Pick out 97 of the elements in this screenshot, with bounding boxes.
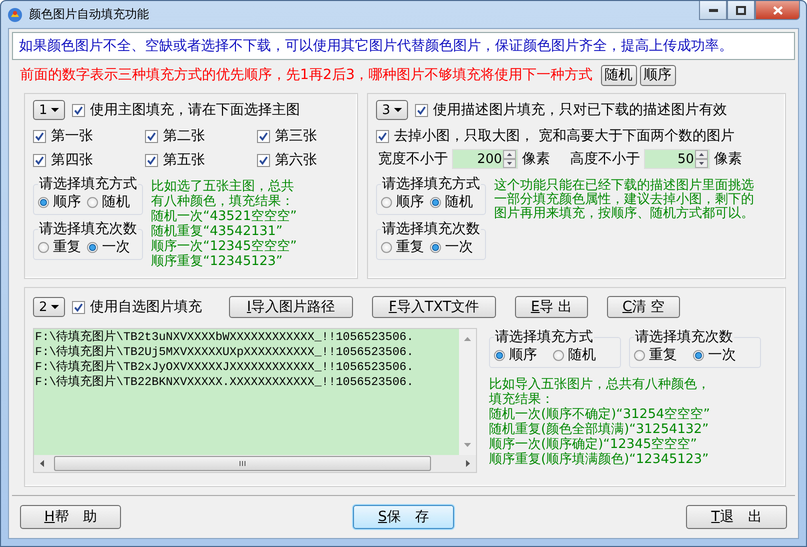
file-path[interactable]: F:\待填充图片\TB2Uj5MXVXXXXXUXpXXXXXXXXXX_!!1056523506. xyxy=(35,345,457,360)
grip-icon xyxy=(239,460,246,467)
vertical-scrollbar[interactable] xyxy=(459,329,476,455)
radio-button[interactable]: 一次 xyxy=(430,238,473,256)
group-title: 请选择填充方式 xyxy=(494,328,594,346)
size-label: 高度不小于 xyxy=(570,150,640,168)
priority-dropdown[interactable]: 3 xyxy=(376,100,408,120)
maximize-icon xyxy=(736,6,746,14)
footer-button[interactable]: T退 出 xyxy=(686,505,787,529)
priority-dropdown[interactable]: 1 xyxy=(33,100,65,120)
toolbar-button[interactable]: C清 空 xyxy=(607,296,680,318)
note-text: 这个功能只能在已经下载的描述图片里面挑选一部分填充颜色属性，建议去掉小图，剩下的图片再用来填充，按顺序、随机方式都可以。 xyxy=(494,179,755,223)
check-icon xyxy=(74,302,83,312)
footer-button[interactable]: H帮 助 xyxy=(20,505,121,529)
checkbox[interactable]: 第四张 xyxy=(33,151,145,169)
file-list[interactable] xyxy=(33,328,477,473)
file-path[interactable]: F:\待填充图片\TB2t3uNXVXXXXbWXXXXXXXXXXXX_!!1056523506. xyxy=(35,330,457,345)
scroll-thumb[interactable] xyxy=(54,456,431,471)
file-path[interactable]: F:\待填充图片\TB22BKNXVXXXXX.XXXXXXXXXXXX_!!1056523506. xyxy=(35,375,457,390)
scroll-left-icon xyxy=(40,460,44,467)
radio-button[interactable]: 随机 xyxy=(553,346,596,364)
checkbox[interactable]: 去掉小图，只取大图， 宽和高要大于下面两个数的图片 xyxy=(376,127,777,145)
example-line: 顺序一次“12345空空空” xyxy=(151,239,297,254)
radio-button[interactable]: 重复 xyxy=(634,346,677,364)
check-icon xyxy=(259,132,268,140)
group-title: 请选择填充次数 xyxy=(381,220,481,238)
check-icon xyxy=(74,106,83,114)
minimize-icon xyxy=(708,8,718,12)
radio-button[interactable]: 一次 xyxy=(693,346,736,364)
example-line: 填充结果： xyxy=(489,392,555,407)
check-icon xyxy=(259,156,268,164)
radio-button[interactable]: 顺序 xyxy=(381,193,424,211)
checkbox[interactable]: 第一张 xyxy=(33,127,145,145)
unit-label: 像素 xyxy=(522,150,550,168)
priority-hint: 前面的数字表示三种填充方式的优先顺序，先1再2后3，哪种图片不够填充将使用下一种方式 xyxy=(20,66,593,84)
horizontal-scrollbar[interactable] xyxy=(34,455,476,472)
unit-label: 像素 xyxy=(714,150,742,168)
toolbar-button[interactable]: E导 出 xyxy=(515,296,588,318)
app-icon xyxy=(7,6,23,22)
group-title: 请选择填充次数 xyxy=(38,220,138,238)
checkbox[interactable]: 使用自选图片填充 xyxy=(72,298,202,316)
caret-icon xyxy=(51,108,59,112)
checkbox[interactable]: 第五张 xyxy=(145,151,257,169)
order-button[interactable]: 顺序 xyxy=(640,64,676,86)
number-field[interactable]: 200 xyxy=(452,149,518,169)
scroll-right-icon xyxy=(466,460,470,467)
example-line: 顺序重复“12345123” xyxy=(151,254,284,269)
example-line: 有八种颜色，填充结果： xyxy=(151,194,295,209)
radio-button[interactable]: 重复 xyxy=(381,238,424,256)
radio-button[interactable]: 一次 xyxy=(87,238,130,256)
group-title: 请选择填充方式 xyxy=(38,175,138,193)
toolbar-button[interactable]: F导入TXT文件 xyxy=(372,296,496,318)
minimize-button[interactable] xyxy=(699,1,727,20)
group-title: 请选择填充方式 xyxy=(381,175,481,193)
check-icon xyxy=(378,132,387,140)
example-line: 顺序一次(顺序确定)“12345空空空” xyxy=(489,437,698,452)
check-icon xyxy=(417,106,426,114)
close-button[interactable] xyxy=(755,1,800,20)
spinner-icon xyxy=(695,150,708,168)
radio-button[interactable]: 随机 xyxy=(87,193,130,211)
radio-button[interactable]: 重复 xyxy=(38,238,81,256)
checkbox[interactable]: 第三张 xyxy=(257,127,347,145)
caret-icon xyxy=(394,108,402,112)
caret-icon xyxy=(51,305,59,309)
number-field[interactable]: 50 xyxy=(644,149,710,169)
example-line: 顺序重复(顺序填满颜色)“12345123” xyxy=(489,452,710,467)
check-icon xyxy=(147,156,156,164)
file-path[interactable]: F:\待填充图片\TB2xJyOXVXXXXXJXXXXXXXXXXXX_!!1056523506. xyxy=(35,360,457,375)
spinner-icon xyxy=(503,150,516,168)
radio-button[interactable]: 顺序 xyxy=(494,346,537,364)
scroll-up-icon xyxy=(464,337,471,341)
example-line: 随机重复(颜色全部填满)“31254132” xyxy=(489,422,710,437)
footer-button[interactable]: S保 存 xyxy=(353,505,454,529)
maximize-button[interactable] xyxy=(727,1,755,20)
scroll-down-icon xyxy=(464,443,471,447)
checkbox[interactable]: 第二张 xyxy=(145,127,257,145)
size-label: 宽度不小于 xyxy=(378,150,448,168)
example-line: 随机重复“43542131” xyxy=(151,224,284,239)
priority-dropdown[interactable]: 2 xyxy=(33,297,65,317)
toolbar-button[interactable]: I导入图片路径 xyxy=(229,296,353,318)
notice-text: 如果颜色图片不全、空缺或者选择不下载，可以使用其它图片代替颜色图片，保证颜色图片齐全，提高上传成功率。 xyxy=(12,32,795,60)
example-line: 随机一次“43521空空空” xyxy=(151,209,297,224)
example-line: 比如选了五张主图，总共 xyxy=(151,179,295,194)
example-line: 比如导入五张图片，总共有八种颜色， xyxy=(489,377,711,392)
window-title: 颜色图片自动填充功能 xyxy=(29,6,149,23)
close-icon xyxy=(772,6,782,14)
example-line: 随机一次(顺序不确定)“31254空空空” xyxy=(489,407,711,422)
checkbox[interactable]: 使用描述图片填充，只对已下载的描述图片有效 xyxy=(415,101,727,119)
order-button[interactable]: 随机 xyxy=(600,64,637,86)
check-icon xyxy=(35,132,44,140)
radio-button[interactable]: 随机 xyxy=(430,193,473,211)
check-icon xyxy=(147,132,156,140)
checkbox[interactable]: 使用主图填充，请在下面选择主图 xyxy=(72,101,300,119)
radio-button[interactable]: 顺序 xyxy=(38,193,81,211)
check-icon xyxy=(35,156,44,164)
checkbox[interactable]: 第六张 xyxy=(257,151,347,169)
group-title: 请选择填充次数 xyxy=(634,328,734,346)
